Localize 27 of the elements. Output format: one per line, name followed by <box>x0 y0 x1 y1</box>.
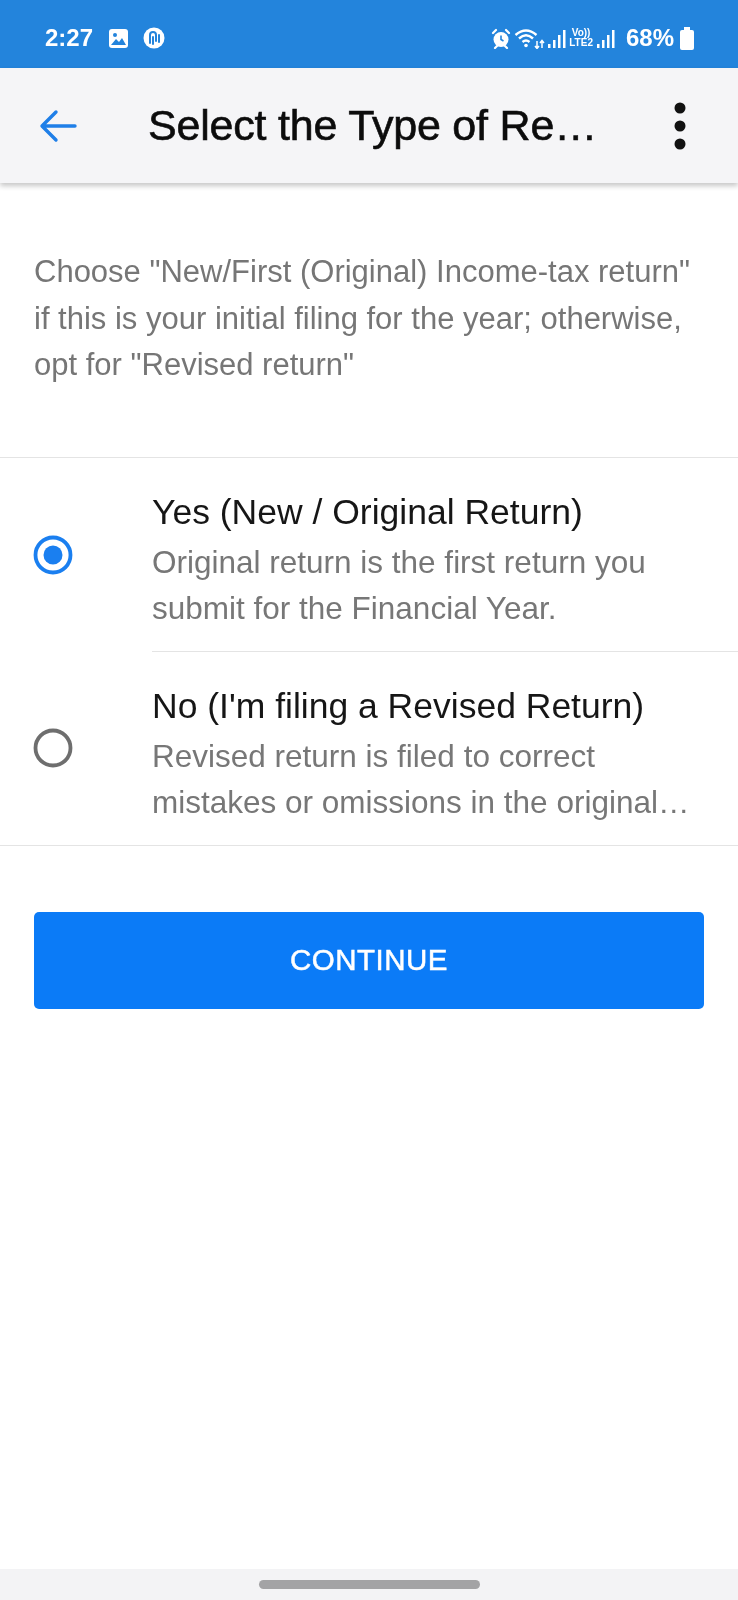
option-description: Original return is the first return you submit for the Financial Year. <box>152 542 647 628</box>
network-type-label: LTE2 <box>569 38 593 48</box>
battery-icon <box>680 26 694 50</box>
alarm-clock-icon <box>490 27 513 49</box>
signal-icon <box>547 27 568 49</box>
radio-selected-icon[interactable] <box>33 534 73 575</box>
status-time: 2:27 <box>45 24 94 52</box>
radio-unselected-icon[interactable] <box>33 728 73 768</box>
screen-title: Select the Type of Re… <box>148 101 598 150</box>
gesture-handle[interactable] <box>258 1580 480 1589</box>
signal-icon <box>595 27 616 49</box>
menu-icon <box>674 101 686 150</box>
radio-option[interactable]: Yes (New / Original Return) Original return is the first return you submit for the Financial Year. <box>0 457 738 652</box>
image-icon <box>108 27 130 49</box>
continue-button[interactable]: CONTINUE <box>34 911 704 1009</box>
back-button[interactable] <box>39 108 77 143</box>
option-description: Revised return is filed to correct mistakes or omissions in the original… <box>152 736 691 822</box>
more-options-button[interactable] <box>674 101 686 150</box>
back-arrow-icon <box>39 108 77 143</box>
battery-percent: 68% <box>625 24 674 52</box>
volte-label: Vo)) <box>571 28 591 38</box>
instruction-text: Choose "New/First (Original) Income-tax return" if this is your initial filing for the year; otherwise, opt for "Revised return" <box>0 183 738 458</box>
option-title: Yes (New / Original Return) <box>152 490 583 534</box>
swirl-logo-icon <box>143 27 166 49</box>
radio-option[interactable]: No (I'm filing a Revised Return) Revised return is filed to correct mistakes or omissions in the original… <box>0 651 738 845</box>
option-title: No (I'm filing a Revised Return) <box>152 684 645 728</box>
wifi-icon <box>514 27 546 49</box>
